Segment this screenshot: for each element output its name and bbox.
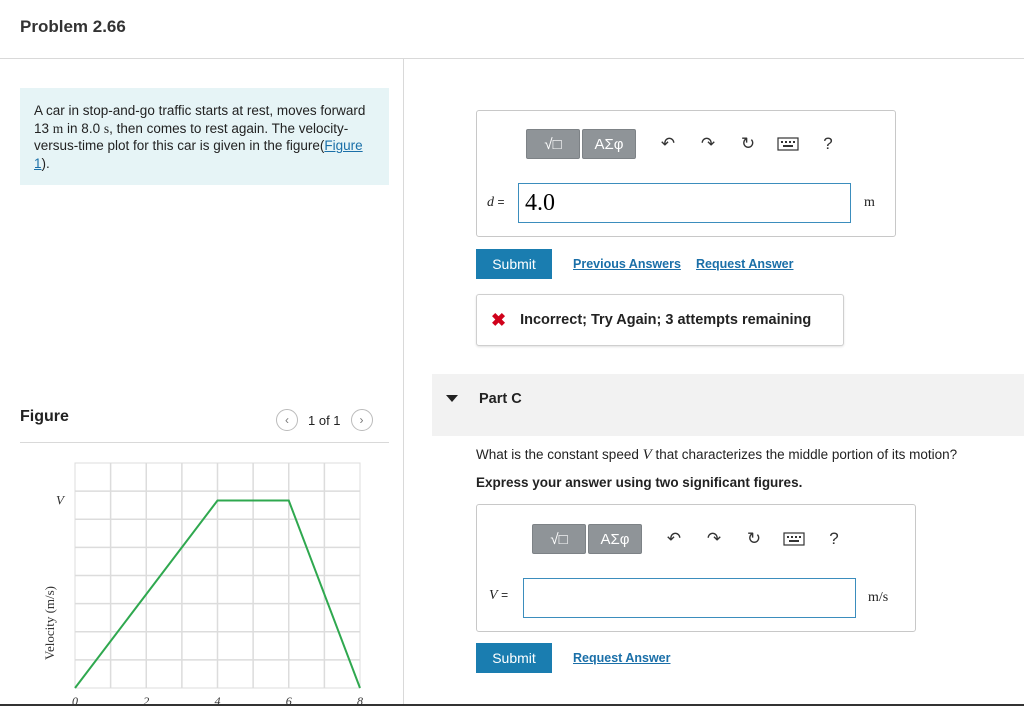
undo-arrow-icon[interactable]: ↶: [656, 132, 680, 156]
partc-title[interactable]: Part C: [479, 391, 522, 407]
undo-arrow-icon[interactable]: ↶: [662, 527, 686, 551]
question-text-1: What is the constant speed: [476, 447, 643, 462]
previous-answers-link[interactable]: Previous Answers: [573, 257, 681, 271]
keyboard-icon[interactable]: [782, 527, 806, 551]
intro-text-4: ).: [41, 155, 50, 171]
partb-request-answer-link[interactable]: Request Answer: [696, 257, 793, 271]
collapse-arrow-icon[interactable]: [446, 395, 458, 402]
template-icon: √□: [550, 530, 568, 548]
close-icon: ✖: [491, 309, 507, 330]
partc-instruction: Express your answer using two significan…: [476, 475, 803, 490]
partc-submit-button[interactable]: Submit: [476, 643, 552, 673]
greek-button[interactable]: ΑΣφ: [588, 524, 642, 554]
redo-arrow-icon[interactable]: ↷: [696, 132, 720, 156]
greek-label: ΑΣφ: [600, 530, 630, 548]
feedback-text: Incorrect; Try Again; 3 attempts remaini…: [520, 312, 812, 328]
problem-statement: A car in stop-and-go traffic starts at r…: [20, 88, 389, 185]
template-button[interactable]: √□: [526, 129, 580, 159]
partb-var: d: [487, 195, 494, 210]
partb-answer-input[interactable]: [518, 183, 851, 223]
figure-divider: [20, 442, 389, 443]
help-button[interactable]: ?: [816, 132, 840, 156]
question-var: V: [642, 447, 652, 463]
template-icon: √□: [544, 135, 562, 153]
partc-toolbar: √□ ΑΣφ ↶ ↷ ↻ ?: [532, 524, 846, 554]
unit-meters: m: [52, 120, 64, 136]
figure-pager: ‹ 1 of 1 ›: [276, 409, 373, 431]
intro-text-2: in 8.0: [63, 120, 104, 136]
partc-equals: =: [501, 588, 509, 602]
partc-request-answer-link[interactable]: Request Answer: [573, 651, 670, 665]
partb-toolbar: √□ ΑΣφ ↶ ↷ ↻ ?: [526, 129, 840, 159]
y-axis-label: Velocity (m/s): [42, 586, 57, 660]
keyboard-icon[interactable]: [776, 132, 800, 156]
partb-unit: m: [864, 195, 875, 210]
chevron-right-icon[interactable]: ›: [350, 409, 373, 431]
question-text-2: that characterizes the middle portion of…: [651, 447, 958, 462]
redo-arrow-icon[interactable]: ↷: [702, 527, 726, 551]
chevron-left-icon[interactable]: ‹: [276, 409, 298, 431]
partc-var-label: V =: [489, 588, 508, 604]
reset-icon[interactable]: ↻: [736, 132, 760, 156]
help-button[interactable]: ?: [822, 527, 846, 551]
partb-var-label: d =: [487, 195, 505, 211]
greek-button[interactable]: ΑΣφ: [582, 129, 636, 159]
y-tick-label-v: V: [56, 493, 66, 508]
reset-icon[interactable]: ↻: [742, 527, 766, 551]
partc-answer-input[interactable]: [523, 578, 856, 618]
pager-count: 1 of 1: [308, 412, 341, 428]
header-divider: [0, 58, 1024, 59]
feedback-message: ✖ Incorrect; Try Again; 3 attempts remai…: [476, 294, 844, 346]
greek-label: ΑΣφ: [594, 135, 624, 153]
partc-unit: m/s: [868, 590, 889, 605]
partc-var: V: [489, 588, 498, 603]
pane-divider: [403, 58, 404, 706]
problem-title: Problem 2.66: [20, 17, 126, 36]
partc-question: What is the constant speed V that charac…: [476, 447, 957, 464]
partb-submit-button[interactable]: Submit: [476, 249, 552, 279]
figure-title: Figure: [20, 408, 69, 425]
partb-equals: =: [497, 195, 505, 209]
template-button[interactable]: √□: [532, 524, 586, 554]
velocity-time-graph: Velocity (m/s) V 02468: [42, 462, 363, 706]
